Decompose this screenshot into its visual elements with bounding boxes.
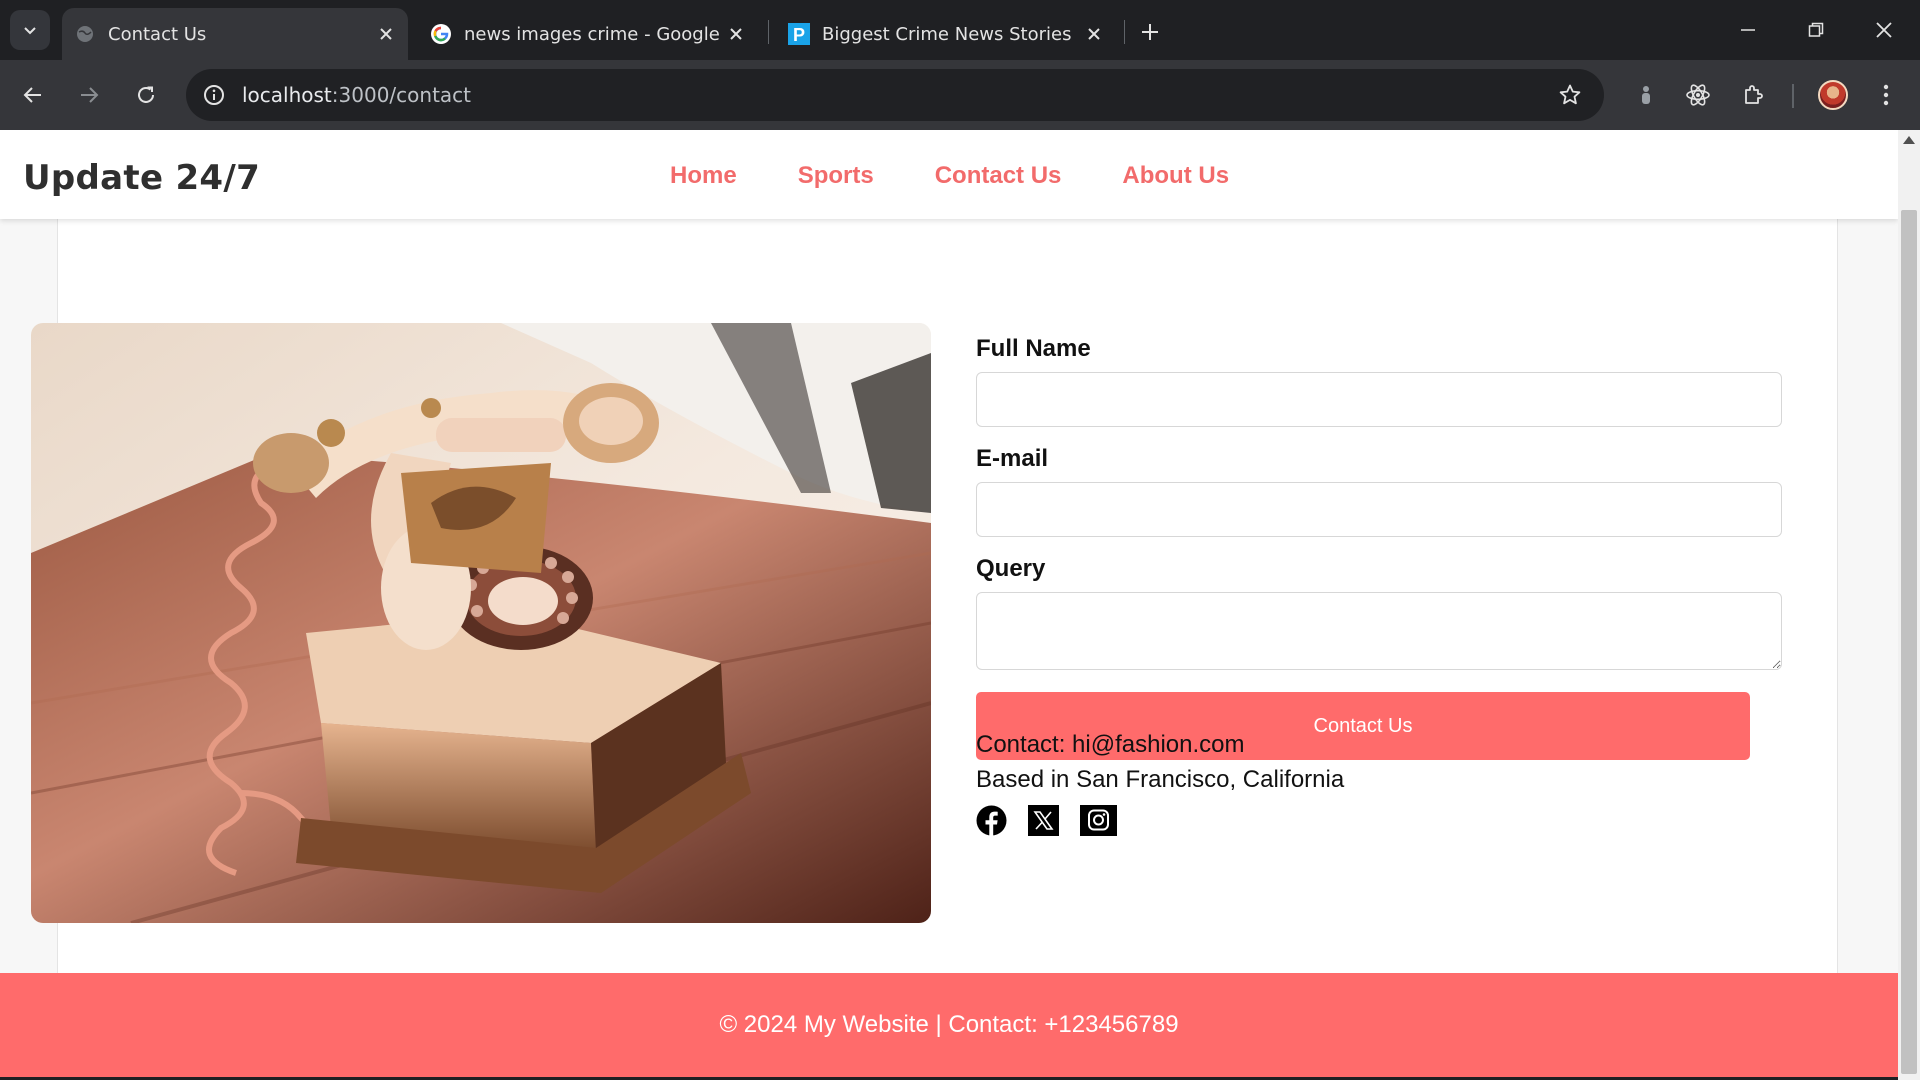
email-label: E-mail	[976, 445, 1049, 472]
query-label: Query	[976, 555, 1046, 582]
minimize-button[interactable]	[1720, 6, 1776, 54]
nav-link-about-us[interactable]: About Us	[1122, 162, 1229, 190]
browser-tab-bar: Contact Us news images crime - Google Se…	[0, 0, 1920, 60]
facebook-icon[interactable]	[976, 805, 1007, 836]
tab-google-search[interactable]: news images crime - Google Se	[418, 8, 758, 60]
info-icon[interactable]	[198, 79, 230, 111]
globe-icon	[74, 23, 96, 45]
toolbar-divider	[1792, 84, 1794, 108]
site-footer: © 2024 My Website | Contact: +123456789	[0, 973, 1898, 1077]
site-nav: Home Sports Contact Us About Us	[670, 162, 1229, 190]
email-input[interactable]	[976, 482, 1782, 537]
back-button[interactable]	[13, 75, 53, 115]
react-devtools-icon[interactable]	[1678, 75, 1718, 115]
tab-divider	[1124, 20, 1125, 44]
social-links	[976, 805, 1117, 836]
reload-button[interactable]	[126, 75, 166, 115]
p-logo-icon: P	[788, 23, 810, 45]
site-brand[interactable]: Update 24/7	[23, 158, 260, 198]
scroll-thumb[interactable]	[1901, 210, 1917, 1074]
nav-link-home[interactable]: Home	[670, 162, 737, 190]
tab-search-button[interactable]	[10, 10, 50, 50]
url-host: localhost	[242, 83, 332, 107]
tab-title: news images crime - Google Se	[464, 23, 720, 45]
instagram-icon[interactable]	[1080, 805, 1117, 836]
tab-crime-news[interactable]: P Biggest Crime News Stories of 2	[776, 8, 1116, 60]
browser-toolbar: localhost:3000/contact	[0, 60, 1920, 130]
profile-avatar[interactable]	[1818, 80, 1848, 110]
url-path: :3000/contact	[331, 83, 471, 107]
extension-figure-icon[interactable]	[1626, 75, 1666, 115]
contact-location-line: Based in San Francisco, California	[976, 766, 1345, 793]
tab-contact-us[interactable]: Contact Us	[62, 8, 408, 60]
site-header: Update 24/7 Home Sports Contact Us About…	[0, 130, 1898, 219]
tab-title: Biggest Crime News Stories of 2	[822, 23, 1078, 45]
nav-link-sports[interactable]: Sports	[798, 162, 874, 190]
forward-button[interactable]	[69, 75, 109, 115]
x-icon[interactable]	[1028, 805, 1059, 836]
arrow-left-icon	[23, 87, 41, 103]
full-name-label: Full Name	[976, 335, 1091, 362]
close-icon[interactable]	[720, 18, 752, 50]
close-icon[interactable]	[370, 18, 402, 50]
chevron-down-icon	[24, 27, 36, 35]
restore-icon	[1808, 22, 1824, 37]
arrow-right-icon	[81, 87, 99, 103]
reload-icon	[138, 86, 154, 103]
restore-button[interactable]	[1788, 6, 1844, 54]
puzzle-extensions-icon[interactable]	[1733, 75, 1773, 115]
bookmark-star-icon[interactable]	[1554, 79, 1586, 111]
contact-info: Contact: hi@fashion.com Based in San Fra…	[976, 727, 1344, 797]
close-window-button[interactable]	[1856, 6, 1912, 54]
close-icon[interactable]	[1078, 18, 1110, 50]
tab-title: Contact Us	[108, 23, 207, 45]
close-icon	[1876, 22, 1892, 38]
footer-text: © 2024 My Website | Contact: +123456789	[719, 1011, 1179, 1038]
page-viewport: Update 24/7 Home Sports Contact Us About…	[0, 130, 1898, 1080]
query-textarea[interactable]	[976, 592, 1782, 670]
minimize-icon	[1741, 29, 1755, 31]
page-scrollbar[interactable]	[1898, 130, 1920, 1080]
tab-divider	[768, 20, 769, 44]
google-icon	[430, 23, 452, 45]
plus-icon	[1142, 24, 1158, 40]
scroll-up-arrow-icon[interactable]	[1903, 136, 1915, 144]
more-menu-icon[interactable]	[1866, 75, 1906, 115]
contact-email-line: Contact: hi@fashion.com	[976, 731, 1245, 758]
address-bar[interactable]: localhost:3000/contact	[186, 69, 1604, 121]
new-tab-button[interactable]	[1132, 14, 1168, 50]
full-name-input[interactable]	[976, 372, 1782, 427]
url-text[interactable]: localhost:3000/contact	[242, 83, 471, 107]
contact-form: Full Name E-mail Query Contact Us	[976, 335, 1783, 760]
svg-text:P: P	[793, 25, 805, 45]
nav-link-contact-us[interactable]: Contact Us	[935, 162, 1062, 190]
telephone-photo	[31, 323, 931, 923]
